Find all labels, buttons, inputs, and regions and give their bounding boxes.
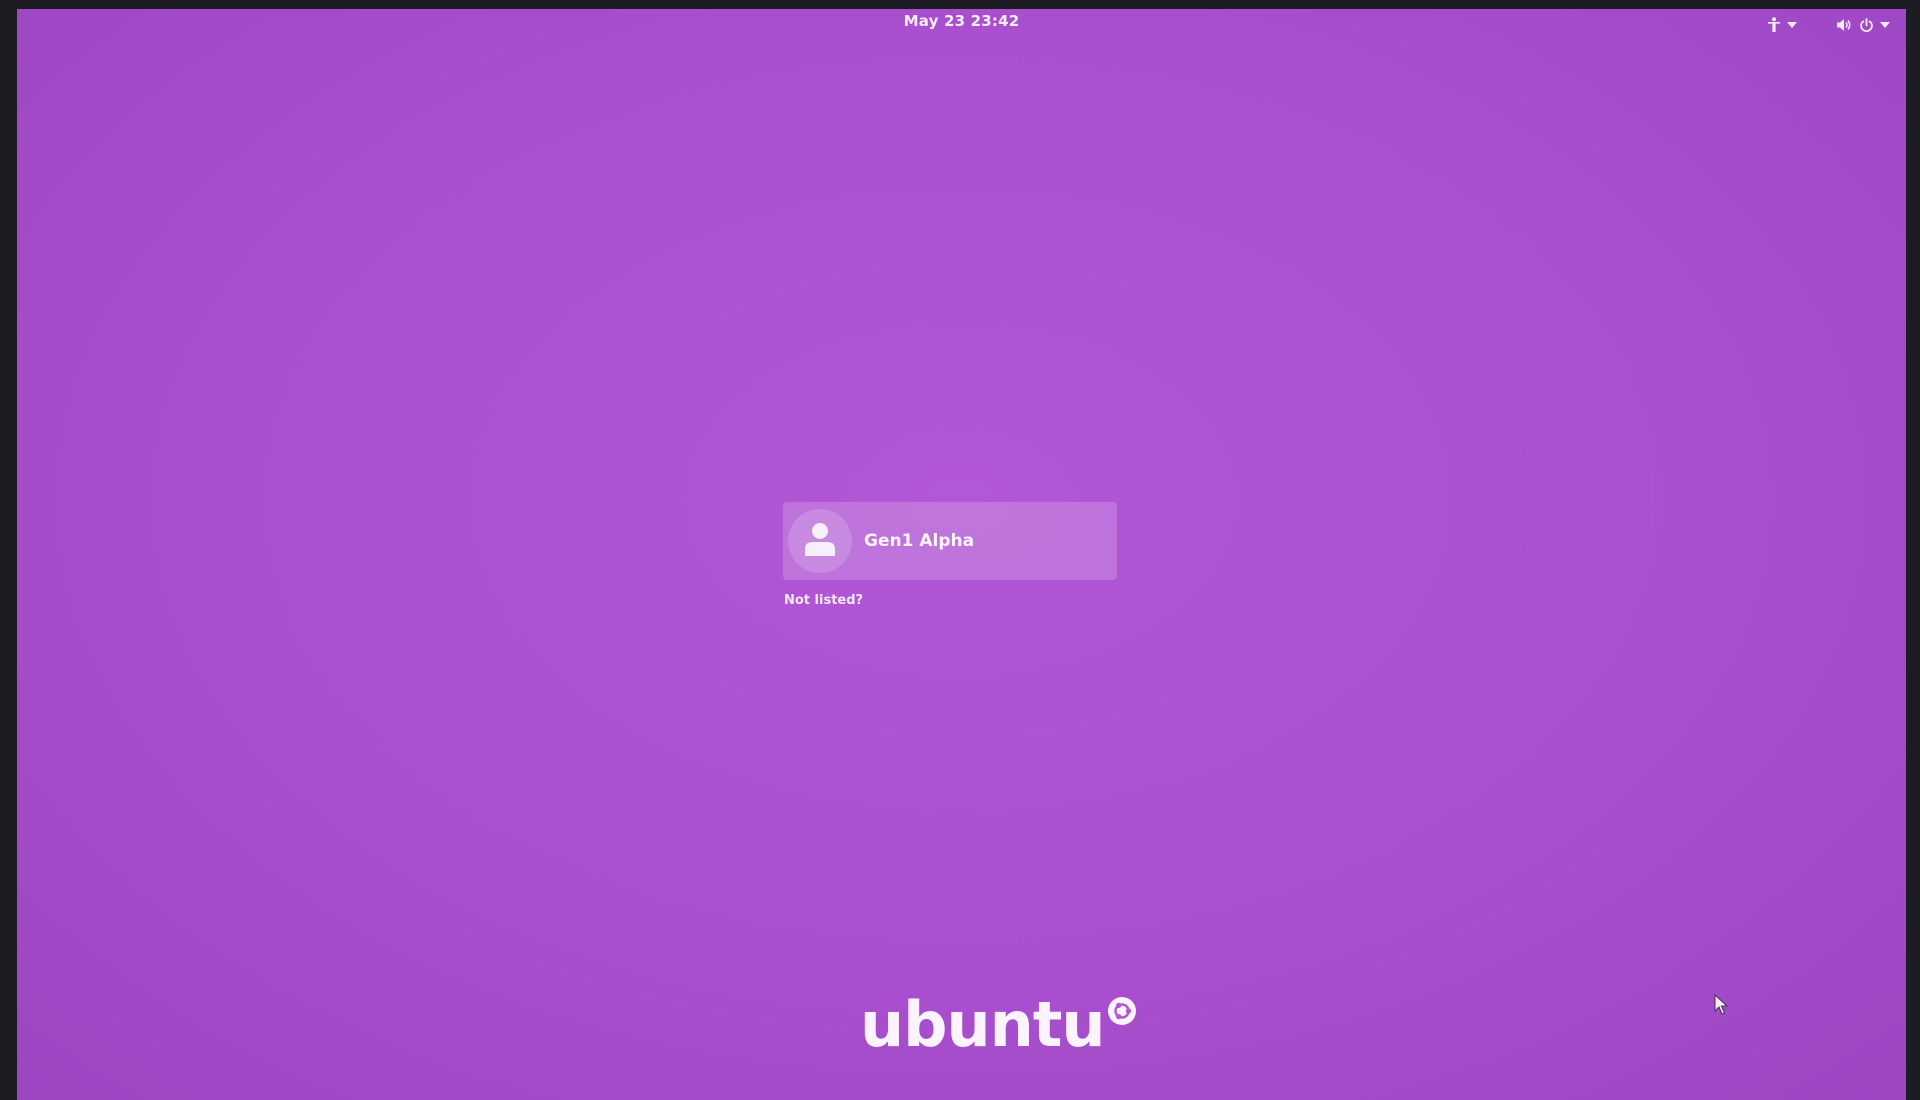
user-list-item[interactable]: Gen1 Alpha — [783, 502, 1117, 580]
chevron-down-icon — [1880, 22, 1890, 28]
avatar — [788, 509, 852, 573]
user-icon — [805, 522, 835, 560]
accessibility-icon — [1767, 17, 1781, 33]
mouse-cursor-icon — [1714, 993, 1729, 1020]
login-screen: May 23 23:42 Gen1 Alpha Not listed? ubun… — [17, 9, 1906, 1100]
volume-icon — [1837, 18, 1853, 32]
ubuntu-logo: ubuntu — [860, 994, 1137, 1056]
user-name: Gen1 Alpha — [864, 531, 975, 551]
not-listed-link[interactable]: Not listed? — [784, 593, 863, 608]
logo-text: ubuntu — [860, 988, 1106, 1061]
accessibility-menu[interactable] — [1767, 17, 1797, 33]
chevron-down-icon — [1787, 22, 1797, 28]
clock[interactable]: May 23 23:42 — [17, 12, 1906, 30]
circle-of-friends-icon — [1107, 996, 1137, 1030]
power-icon — [1859, 17, 1874, 33]
system-menu[interactable] — [1837, 17, 1890, 33]
top-bar: May 23 23:42 — [17, 9, 1906, 39]
system-tray — [1767, 13, 1890, 37]
